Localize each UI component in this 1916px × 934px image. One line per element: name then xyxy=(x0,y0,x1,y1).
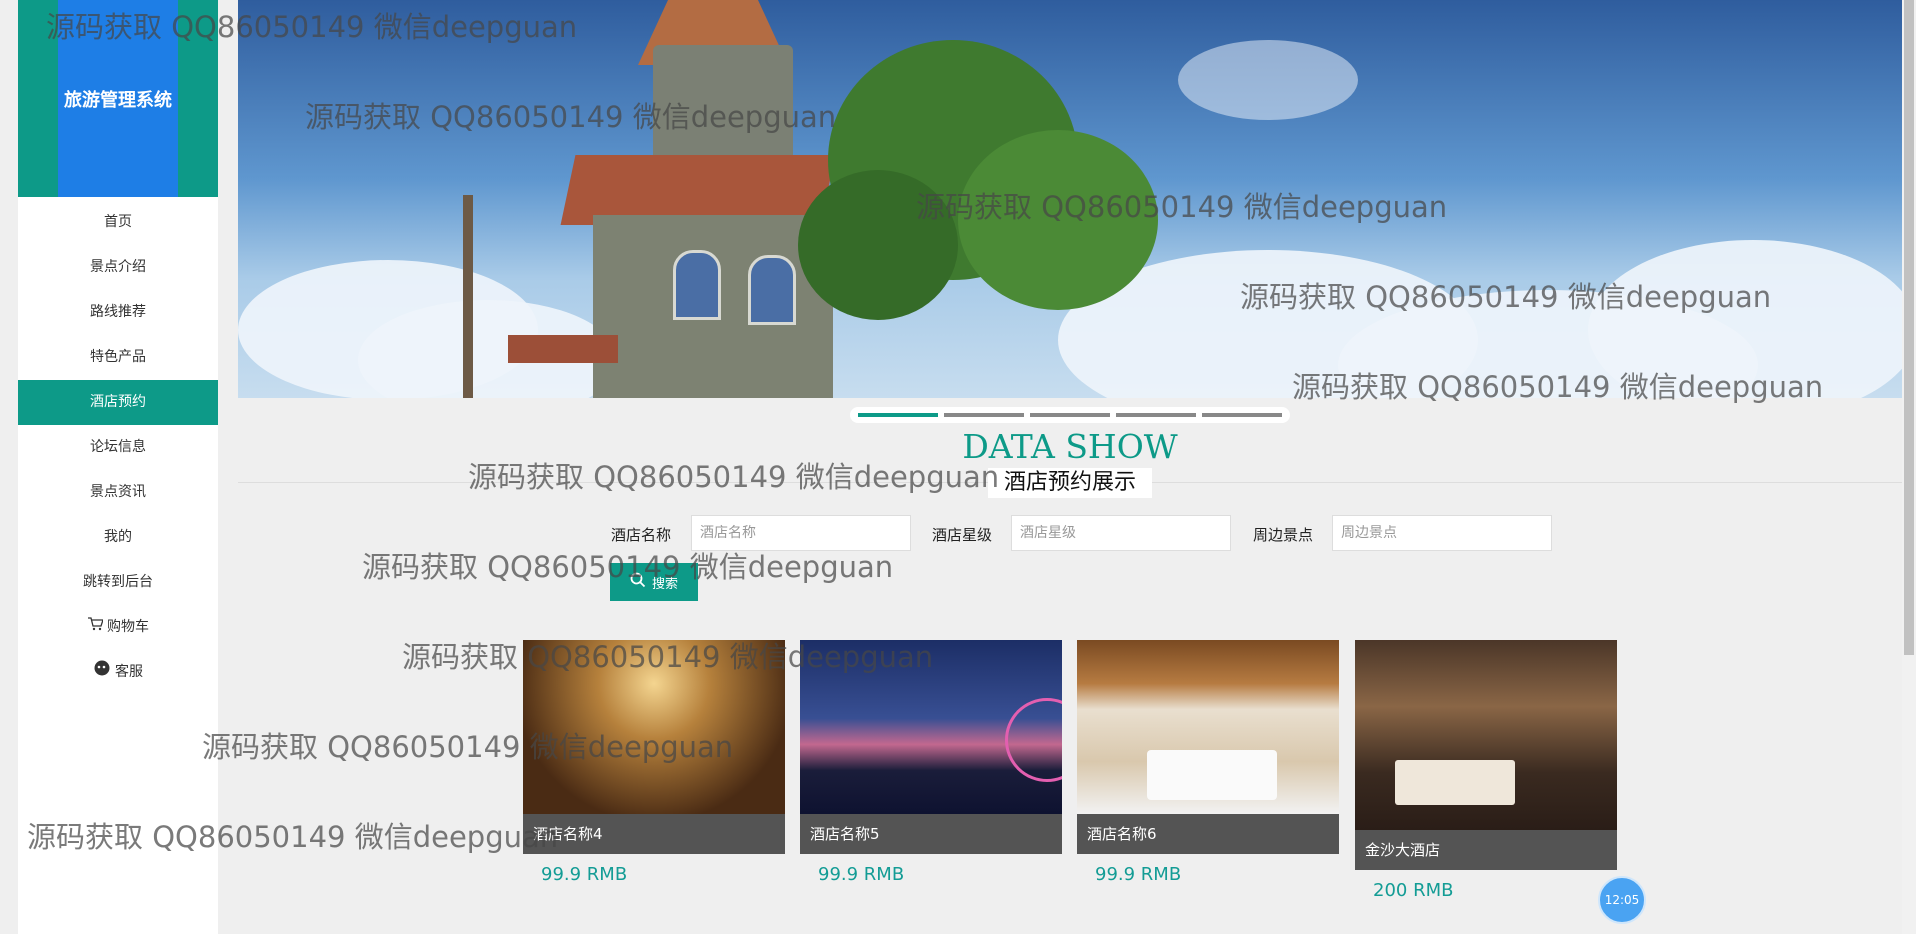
hotel-price: 99.9 RMB xyxy=(818,864,905,885)
hotel-name-input[interactable] xyxy=(691,515,911,551)
nav-item-admin[interactable]: 跳转到后台 xyxy=(18,560,218,605)
hotel-card[interactable]: 金沙大酒店 200 RMB xyxy=(1355,640,1617,901)
nav-item-forum[interactable]: 论坛信息 xyxy=(18,425,218,470)
slide-dot-5[interactable] xyxy=(1202,413,1282,417)
hotel-image[interactable] xyxy=(1355,640,1617,830)
search-button[interactable]: 搜索 xyxy=(610,563,698,601)
slide-dot-3[interactable] xyxy=(1030,413,1110,417)
nav-menu: 首页 景点介绍 路线推荐 特色产品 酒店预约 论坛信息 景点资讯 我的 跳转到后… xyxy=(18,200,218,695)
nav-item-news[interactable]: 景点资讯 xyxy=(18,470,218,515)
hotel-price: 99.9 RMB xyxy=(1095,864,1182,885)
hotel-name[interactable]: 酒店名称4 xyxy=(523,814,785,854)
hotel-image[interactable] xyxy=(523,640,785,814)
nav-item-customer-service[interactable]: 客服 xyxy=(18,650,218,695)
hotel-price: 200 RMB xyxy=(1373,880,1454,901)
nav-item-products[interactable]: 特色产品 xyxy=(18,335,218,380)
scrollbar-thumb[interactable] xyxy=(1904,0,1914,655)
logo: 旅游管理系统 xyxy=(18,0,218,197)
clock-badge[interactable]: 12:05 xyxy=(1598,876,1646,924)
hotel-image[interactable] xyxy=(1077,640,1339,814)
hotel-name[interactable]: 金沙大酒店 xyxy=(1355,830,1617,870)
hotel-star-input[interactable] xyxy=(1011,515,1231,551)
nav-item-cart[interactable]: 购物车 xyxy=(18,605,218,650)
nav-item-routes[interactable]: 路线推荐 xyxy=(18,290,218,335)
search-button-label: 搜索 xyxy=(651,576,678,592)
nearby-attraction-label: 周边景点 xyxy=(1253,526,1314,544)
hotel-card[interactable]: 酒店名称5 99.9 RMB xyxy=(800,640,1062,885)
slider-indicator xyxy=(850,407,1290,423)
cart-icon xyxy=(87,605,104,650)
nav-item-attractions[interactable]: 景点介绍 xyxy=(18,245,218,290)
hotel-name[interactable]: 酒店名称6 xyxy=(1077,814,1339,854)
nearby-attraction-input[interactable] xyxy=(1332,515,1552,551)
section-title: DATA SHOW xyxy=(962,427,1178,466)
page-scrollbar[interactable] xyxy=(1902,0,1916,934)
hotel-star-label: 酒店星级 xyxy=(932,526,993,544)
customer-service-label: 客服 xyxy=(115,664,143,680)
nav-item-mine[interactable]: 我的 xyxy=(18,515,218,560)
banner-image xyxy=(238,0,1902,398)
cart-label: 购物车 xyxy=(107,619,149,635)
chat-icon xyxy=(93,650,111,695)
hotel-card[interactable]: 酒店名称6 99.9 RMB xyxy=(1077,640,1339,885)
slide-dot-2[interactable] xyxy=(944,413,1024,417)
slide-dot-1[interactable] xyxy=(858,413,938,417)
nav-item-hotel-booking[interactable]: 酒店预约 xyxy=(18,380,218,425)
app-title: 旅游管理系统 xyxy=(64,90,172,111)
hotel-name-label: 酒店名称 xyxy=(611,526,672,544)
sidebar: 旅游管理系统 首页 景点介绍 路线推荐 特色产品 酒店预约 论坛信息 景点资讯 … xyxy=(18,0,218,934)
hotel-name[interactable]: 酒店名称5 xyxy=(800,814,1062,854)
hotel-image[interactable] xyxy=(800,640,1062,814)
slide-dot-4[interactable] xyxy=(1116,413,1196,417)
hotel-price: 99.9 RMB xyxy=(541,864,628,885)
search-icon xyxy=(630,572,646,592)
hotel-card[interactable]: 酒店名称4 99.9 RMB xyxy=(523,640,785,885)
nav-item-home[interactable]: 首页 xyxy=(18,200,218,245)
section-subtitle: 酒店预约展示 xyxy=(988,468,1152,498)
